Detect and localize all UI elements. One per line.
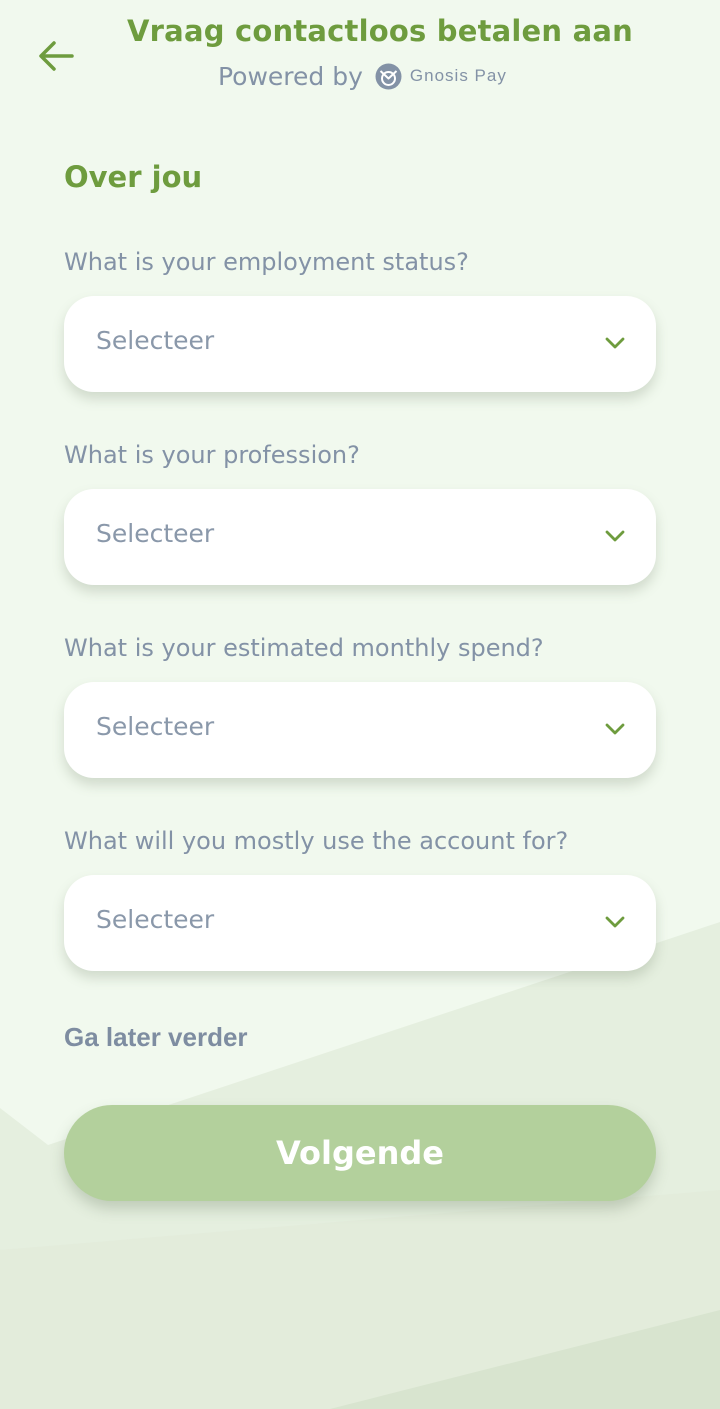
monthly-spend-label: What is your estimated monthly spend? xyxy=(64,634,544,662)
monthly-spend-select[interactable]: Selecteer xyxy=(64,682,656,778)
form-screen: Vraag contactloos betalen aan Powered by… xyxy=(0,0,720,1409)
employment-status-label: What is your employment status? xyxy=(64,248,469,276)
continue-later-link[interactable]: Ga later verder xyxy=(64,1022,248,1053)
account-usage-select[interactable]: Selecteer xyxy=(64,875,656,971)
powered-by-label: Powered by xyxy=(218,61,363,91)
profession-select[interactable]: Selecteer xyxy=(64,489,656,585)
next-button[interactable]: Volgende xyxy=(64,1105,656,1201)
next-button-label: Volgende xyxy=(276,1134,444,1172)
gnosis-logo-icon xyxy=(375,63,402,89)
account-usage-label: What will you mostly use the account for… xyxy=(64,827,569,855)
page-title: Vraag contactloos betalen aan xyxy=(127,14,633,48)
chevron-down-icon xyxy=(605,916,625,928)
back-button[interactable] xyxy=(34,34,78,78)
employment-status-select[interactable]: Selecteer xyxy=(64,296,656,392)
chevron-down-icon xyxy=(605,530,625,542)
gnosis-pay-logo: Gnosis Pay xyxy=(375,63,507,90)
select-placeholder: Selecteer xyxy=(96,519,215,548)
select-placeholder: Selecteer xyxy=(96,326,215,355)
select-placeholder: Selecteer xyxy=(96,905,215,934)
arrow-left-icon xyxy=(39,41,74,71)
powered-by-row: Powered by Gnosis Pay xyxy=(218,58,507,94)
section-title: Over jou xyxy=(64,160,203,194)
gnosis-pay-wordmark: Gnosis Pay xyxy=(409,66,507,85)
select-placeholder: Selecteer xyxy=(96,712,215,741)
chevron-down-icon xyxy=(605,337,625,349)
profession-label: What is your profession? xyxy=(64,441,360,469)
chevron-down-icon xyxy=(605,723,625,735)
